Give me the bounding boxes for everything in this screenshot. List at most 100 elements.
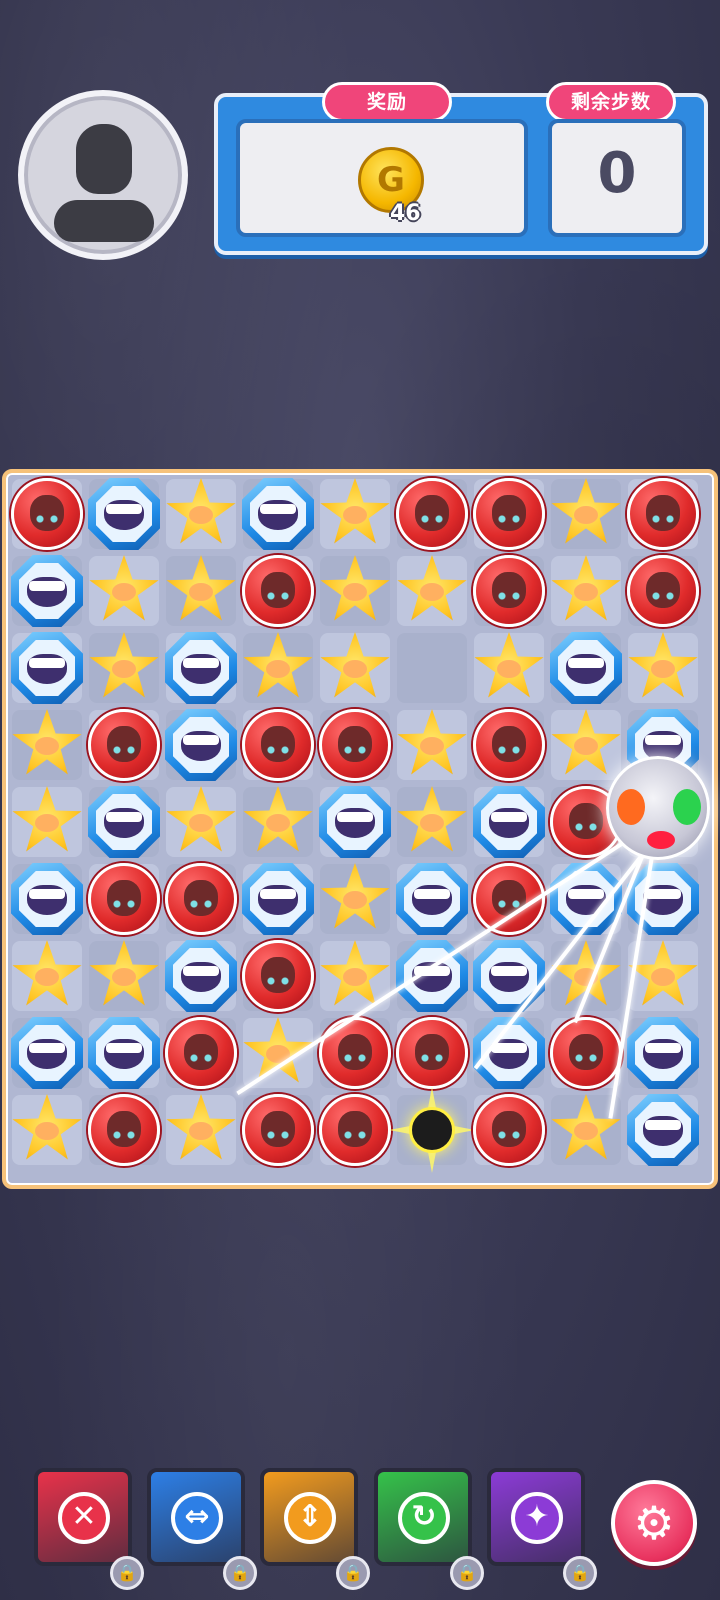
red-piece[interactable] [88,709,160,781]
piece-headband-icon [337,812,373,822]
piece-headband-icon [29,1043,65,1053]
red-piece[interactable] [550,1017,622,1089]
swap-tool-icon: ⇔ [171,1492,223,1544]
piece-headband-icon [645,735,681,745]
moves-remaining: 0 [597,141,637,206]
orb-dot-icon [647,831,675,849]
piece-headband-icon [260,889,296,899]
piece-eyes-icon [267,1131,289,1139]
piece-eyes-icon [498,1131,520,1139]
red-piece[interactable] [165,863,237,935]
vertical-tool-icon: ⇕ [284,1492,336,1544]
red-piece[interactable] [473,1094,545,1166]
red-piece[interactable] [473,709,545,781]
red-piece[interactable] [165,1017,237,1089]
vertical-tool-button[interactable]: ⇕ 🔒 [260,1468,370,1590]
piece-headband-icon [645,1120,681,1130]
piece-eyes-icon [652,515,674,523]
red-piece[interactable] [627,478,699,550]
moves-box: 0 [548,119,686,237]
reward-box: G 46 [236,119,528,237]
moves-label: 剩余步数 [546,82,676,122]
piece-eyes-icon [575,823,597,831]
piece-eyes-icon [344,1054,366,1062]
red-piece[interactable] [319,1017,391,1089]
coin-count: 46 [390,201,421,226]
lock-icon: 🔒 [450,1556,484,1590]
piece-eyes-icon [267,746,289,754]
red-piece[interactable] [88,1094,160,1166]
piece-eyes-icon [267,592,289,600]
piece-headband-icon [29,889,65,899]
blue-piece[interactable] [11,1017,83,1089]
orb-dot-icon [673,789,701,825]
avatar-shoulders-icon [54,200,154,242]
red-piece[interactable] [242,555,314,627]
settings-button[interactable]: ⚙ [611,1480,697,1566]
remove-tool-button[interactable]: ✕ 🔒 [34,1468,144,1590]
red-piece[interactable] [627,555,699,627]
red-piece[interactable] [88,863,160,935]
blue-piece[interactable] [627,1094,699,1166]
piece-headband-icon [183,735,219,745]
status-panel: 奖励 剩余步数 G 46 0 [214,82,708,255]
piece-headband-icon [260,504,296,514]
piece-eyes-icon [344,746,366,754]
color-orb-piece[interactable] [606,756,710,860]
red-piece[interactable] [319,1094,391,1166]
remove-tool-icon: ✕ [58,1492,110,1544]
piece-eyes-icon [652,592,674,600]
bomb-piece[interactable] [409,1107,455,1153]
red-piece[interactable] [319,709,391,781]
piece-headband-icon [183,966,219,976]
swap-tool-button[interactable]: ⇔ 🔒 [147,1468,257,1590]
piece-headband-icon [106,812,142,822]
piece-eyes-icon [190,900,212,908]
lock-icon: 🔒 [563,1556,597,1590]
piece-headband-icon [645,889,681,899]
magic-tool-button[interactable]: ✦ 🔒 [487,1468,597,1590]
red-piece[interactable] [242,1094,314,1166]
piece-eyes-icon [267,977,289,985]
piece-headband-icon [183,658,219,668]
piece-eyes-icon [344,1131,366,1139]
piece-eyes-icon [498,515,520,523]
piece-eyes-icon [575,1054,597,1062]
piece-eyes-icon [113,1131,135,1139]
piece-eyes-icon [113,746,135,754]
red-piece[interactable] [473,555,545,627]
piece-headband-icon [491,812,527,822]
piece-headband-icon [568,889,604,899]
red-piece[interactable] [396,1017,468,1089]
piece-headband-icon [568,658,604,668]
blue-piece[interactable] [88,1017,160,1089]
player-avatar[interactable] [18,90,188,260]
reward-label: 奖励 [322,82,452,122]
piece-eyes-icon [498,746,520,754]
lock-icon: 🔒 [110,1556,144,1590]
red-piece[interactable] [242,940,314,1012]
red-piece[interactable] [396,478,468,550]
piece-eyes-icon [421,515,443,523]
piece-headband-icon [29,658,65,668]
red-piece[interactable] [473,478,545,550]
piece-headband-icon [29,581,65,591]
piece-headband-icon [414,889,450,899]
piece-headband-icon [645,1043,681,1053]
piece-eyes-icon [421,1054,443,1062]
board-cell[interactable] [397,633,467,703]
lock-icon: 🔒 [336,1556,370,1590]
piece-eyes-icon [190,1054,212,1062]
red-piece[interactable] [242,709,314,781]
piece-eyes-icon [498,900,520,908]
red-piece[interactable] [11,478,83,550]
piece-headband-icon [106,1043,142,1053]
magic-tool-icon: ✦ [511,1492,563,1544]
piece-headband-icon [106,504,142,514]
avatar-head-icon [76,124,132,194]
shuffle-tool-icon: ↻ [398,1492,450,1544]
orb-dot-icon [617,789,645,825]
piece-headband-icon [491,966,527,976]
shuffle-tool-button[interactable]: ↻ 🔒 [374,1468,484,1590]
blue-piece[interactable] [627,1017,699,1089]
